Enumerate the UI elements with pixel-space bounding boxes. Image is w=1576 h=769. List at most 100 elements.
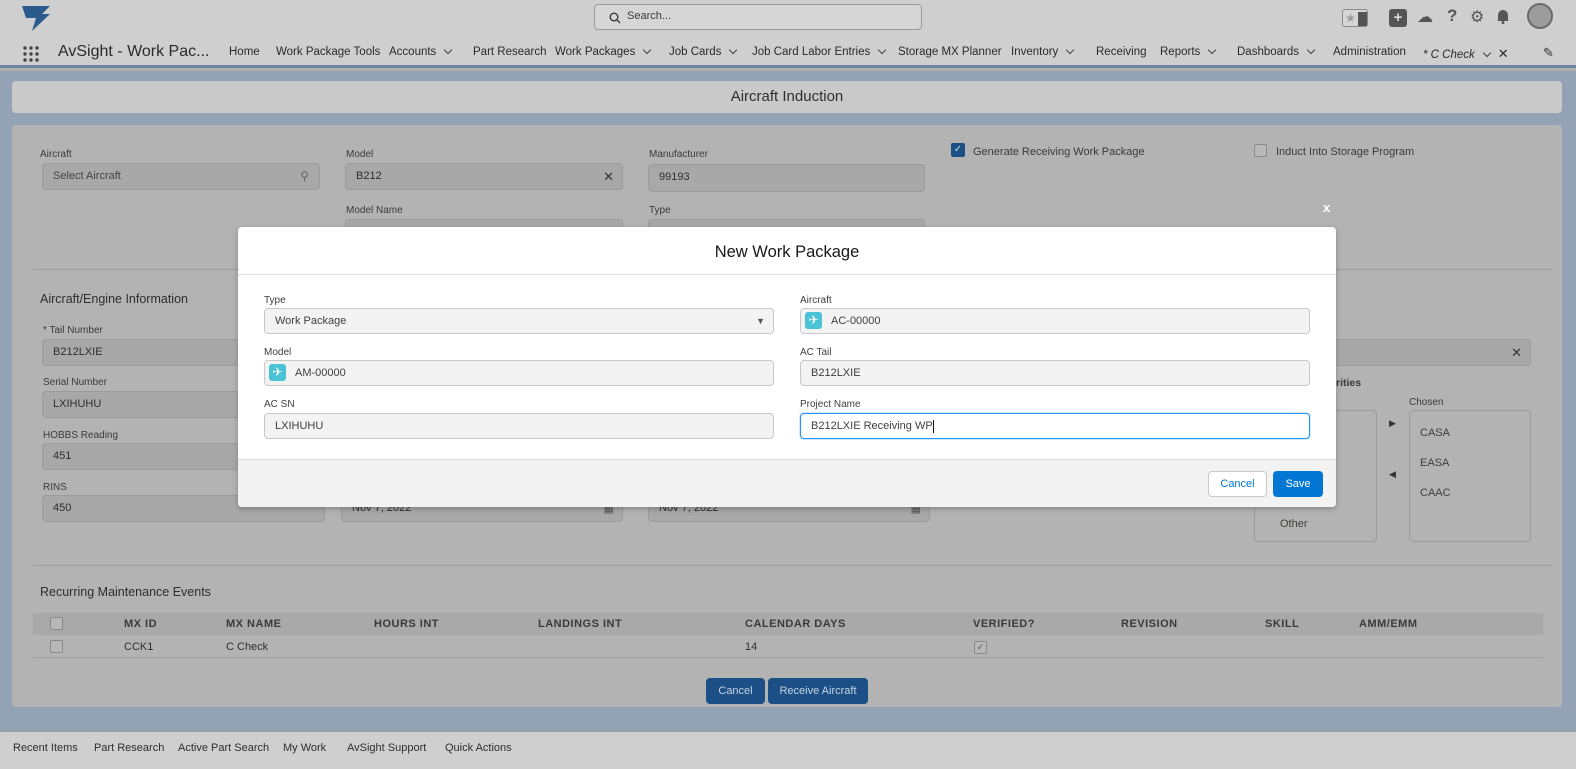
global-actions-icon[interactable]: + bbox=[1389, 9, 1407, 27]
cancel-button[interactable]: Cancel bbox=[706, 678, 765, 704]
nav-part-research[interactable]: Part Research bbox=[473, 46, 547, 58]
list-item[interactable]: CASA bbox=[1420, 427, 1450, 439]
close-tab-icon[interactable]: ✕ bbox=[1498, 46, 1509, 61]
chosen-listbox[interactable]: CASA EASA CAAC bbox=[1409, 410, 1531, 542]
modal-cancel-button[interactable]: Cancel bbox=[1208, 471, 1267, 497]
divider bbox=[33, 565, 1553, 566]
chevron-down-icon[interactable] bbox=[643, 45, 652, 55]
edit-nav-pencil-icon[interactable]: ✎ bbox=[1543, 45, 1554, 61]
lookup-field-right[interactable]: ✕ bbox=[1333, 339, 1531, 366]
list-item[interactable]: CAAC bbox=[1420, 487, 1451, 499]
nav-label: Receiving bbox=[1096, 46, 1147, 58]
utility-active-part-search[interactable]: Active Part Search bbox=[178, 742, 269, 754]
ac-tail-label: AC Tail bbox=[800, 347, 832, 358]
nav-administration[interactable]: Administration bbox=[1333, 46, 1406, 58]
type-select[interactable]: Work Package ▼ bbox=[264, 308, 774, 334]
column-header[interactable]: CALENDAR DAYS bbox=[745, 618, 846, 630]
project-name-input[interactable]: B212LXIE Receiving WP bbox=[800, 413, 1310, 439]
manufacturer-field[interactable]: 99193 bbox=[648, 164, 925, 192]
tail-number-input[interactable]: B212LXIE bbox=[42, 339, 242, 366]
column-header[interactable]: VERIFIED? bbox=[973, 618, 1035, 630]
row-select-checkbox[interactable] bbox=[50, 640, 63, 653]
global-search-input[interactable]: Search... bbox=[594, 4, 922, 30]
model-name-label: Model Name bbox=[346, 205, 403, 216]
modal-title: New Work Package bbox=[238, 227, 1336, 275]
aircraft-lookup-field[interactable]: ✈ AC-00000 bbox=[800, 308, 1310, 334]
select-all-checkbox[interactable] bbox=[50, 617, 63, 630]
nav-accounts[interactable]: Accounts bbox=[389, 45, 453, 58]
chevron-down-icon[interactable] bbox=[1208, 45, 1217, 55]
airplane-icon: ✈ bbox=[805, 312, 822, 329]
receive-aircraft-button[interactable]: Receive Aircraft bbox=[768, 678, 868, 704]
column-header[interactable]: MX ID bbox=[124, 618, 157, 630]
clear-icon[interactable]: ✕ bbox=[1511, 340, 1522, 365]
chevron-down-icon: ▼ bbox=[756, 316, 765, 326]
nav-storage-mx-planner[interactable]: Storage MX Planner bbox=[898, 46, 1002, 58]
column-header[interactable]: MX NAME bbox=[226, 618, 281, 630]
chevron-down-icon[interactable] bbox=[1066, 45, 1075, 55]
page-title: Aircraft Induction bbox=[12, 81, 1562, 113]
favorites-star-icon[interactable]: ★ bbox=[1342, 9, 1368, 27]
tab-label: * C Check bbox=[1423, 49, 1475, 61]
modal-close-button[interactable]: x bbox=[1323, 200, 1330, 215]
ac-sn-value: LXIHUHU bbox=[275, 420, 324, 432]
model-lookup-field[interactable]: ✈ AM-00000 bbox=[264, 360, 774, 386]
chevron-down-icon[interactable] bbox=[1482, 48, 1492, 58]
column-header[interactable]: AMM/EMM bbox=[1359, 618, 1418, 630]
move-left-arrow-icon[interactable]: ◀ bbox=[1389, 469, 1396, 480]
nav-job-card-labor-entries[interactable]: Job Card Labor Entries bbox=[752, 45, 887, 58]
column-header[interactable]: REVISION bbox=[1121, 618, 1178, 630]
model-label: Model bbox=[264, 347, 292, 358]
list-item[interactable]: EASA bbox=[1420, 457, 1449, 469]
model-input[interactable]: B212 ✕ bbox=[345, 163, 623, 190]
nav-work-packages[interactable]: Work Packages bbox=[555, 45, 652, 58]
nav-label: Dashboards bbox=[1237, 46, 1300, 58]
settings-gear-icon[interactable]: ⚙ bbox=[1470, 7, 1484, 27]
chevron-down-icon[interactable] bbox=[878, 45, 887, 55]
modal-save-button[interactable]: Save bbox=[1273, 471, 1323, 497]
utility-recent-items[interactable]: Recent Items bbox=[13, 742, 78, 754]
serial-number-input[interactable]: LXIHUHU bbox=[42, 391, 242, 418]
utility-quick-actions[interactable]: Quick Actions bbox=[445, 742, 512, 754]
search-icon bbox=[609, 12, 621, 24]
column-header[interactable]: SKILL bbox=[1265, 618, 1299, 630]
app-logo-icon[interactable] bbox=[20, 4, 52, 32]
utility-my-work[interactable]: My Work bbox=[283, 742, 326, 754]
list-item[interactable]: Other bbox=[1280, 518, 1308, 530]
nav-inventory[interactable]: Inventory bbox=[1011, 45, 1075, 58]
help-icon[interactable]: ? bbox=[1447, 6, 1457, 26]
hobbs-value: 451 bbox=[53, 450, 72, 462]
chevron-down-icon[interactable] bbox=[729, 45, 738, 55]
move-right-arrow-icon[interactable]: ▶ bbox=[1389, 418, 1396, 429]
tail-number-label: * Tail Number bbox=[43, 325, 103, 336]
chevron-down-icon[interactable] bbox=[1306, 45, 1316, 55]
clear-icon[interactable]: ✕ bbox=[603, 164, 614, 189]
nav-home[interactable]: Home bbox=[229, 46, 260, 58]
ac-tail-field[interactable]: B212LXIE bbox=[800, 360, 1310, 386]
aircraft-lookup-input[interactable]: Select Aircraft ⚲ bbox=[42, 163, 320, 190]
nav-label: Work Packages bbox=[555, 46, 636, 58]
verified-checkbox[interactable]: ✓ bbox=[974, 641, 987, 654]
nav-dashboards[interactable]: Dashboards bbox=[1237, 45, 1316, 58]
utility-part-research[interactable]: Part Research bbox=[94, 742, 164, 754]
column-header[interactable]: HOURS INT bbox=[374, 618, 439, 630]
ac-sn-field[interactable]: LXIHUHU bbox=[264, 413, 774, 439]
app-launcher-icon[interactable] bbox=[22, 45, 40, 63]
column-header[interactable]: LANDINGS INT bbox=[538, 618, 622, 630]
induct-storage-checkbox[interactable] bbox=[1254, 144, 1267, 157]
nav-work-package-tools[interactable]: Work Package Tools bbox=[276, 46, 380, 58]
hobbs-input[interactable]: 451 bbox=[42, 443, 242, 470]
nav-reports[interactable]: Reports bbox=[1160, 45, 1217, 58]
nav-job-cards[interactable]: Job Cards bbox=[669, 45, 738, 58]
chevron-down-icon[interactable] bbox=[444, 45, 453, 55]
user-avatar[interactable] bbox=[1527, 3, 1553, 29]
notifications-bell-icon[interactable] bbox=[1496, 8, 1510, 24]
generate-receiving-checkbox[interactable]: ✓ bbox=[951, 143, 965, 157]
trailhead-icon[interactable]: ☁ bbox=[1417, 7, 1433, 27]
utility-avsight-support[interactable]: AvSight Support bbox=[347, 742, 426, 754]
aircraft-placeholder: Select Aircraft bbox=[53, 170, 121, 182]
tab-c-check[interactable]: * C Check ✕ bbox=[1423, 46, 1509, 62]
nav-label: Job Cards bbox=[669, 46, 722, 58]
ac-tail-value: B212LXIE bbox=[811, 367, 861, 379]
nav-receiving[interactable]: Receiving bbox=[1096, 46, 1147, 58]
